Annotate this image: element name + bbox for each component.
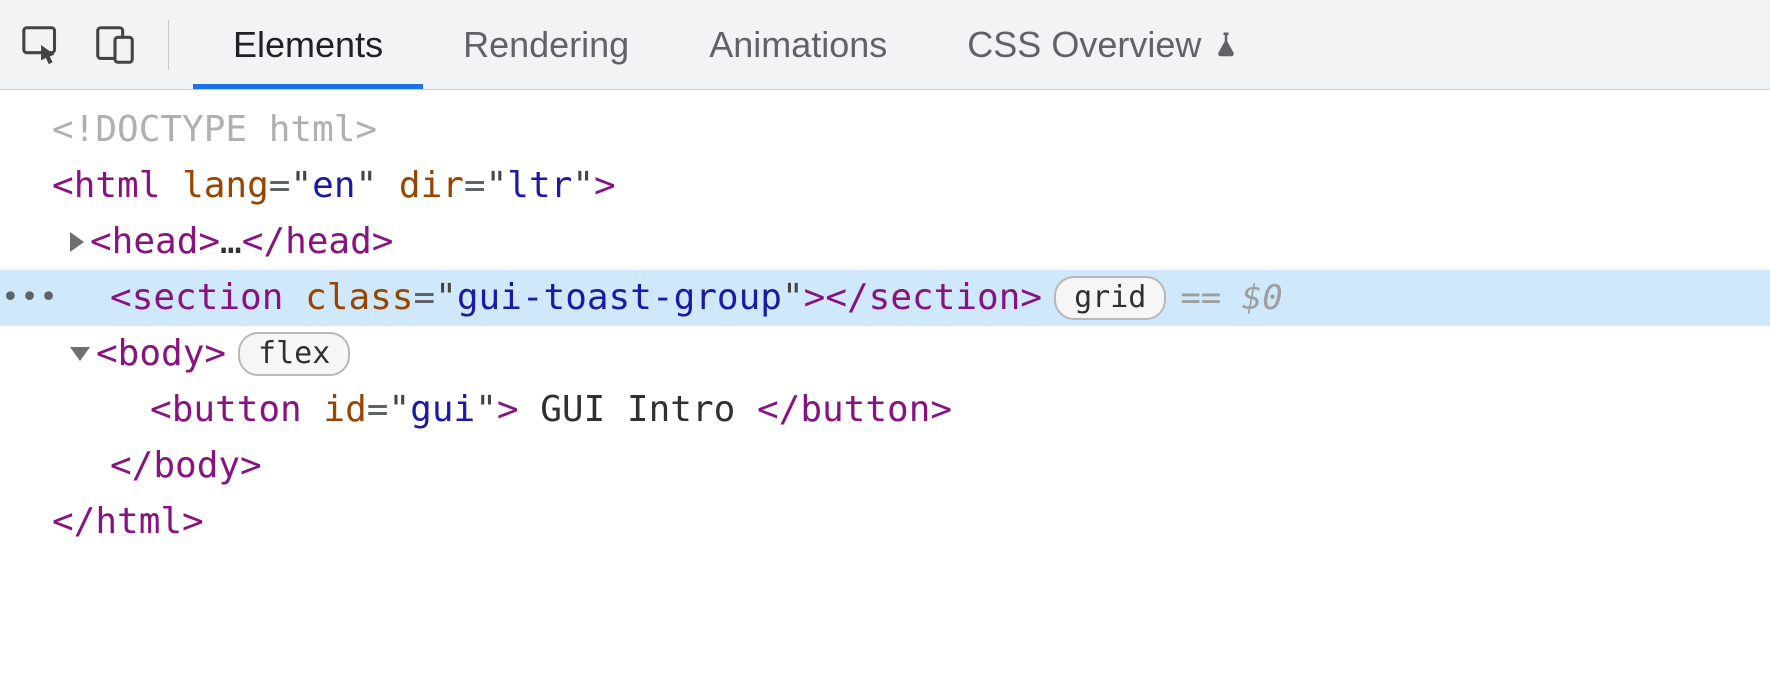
html-close: </html> [52,494,204,550]
attr-name: class [305,270,413,326]
tab-label: Animations [709,24,887,66]
button-close: </button> [757,382,952,438]
tag-name: section [132,270,284,326]
angle-close: > [594,158,616,214]
button-text: GUI Intro [519,382,757,438]
attr-value: gui-toast-group [457,270,782,326]
dom-node-html-close[interactable]: </html> [0,494,1770,550]
attr-value: ltr [507,158,572,214]
ellipsis: … [220,214,242,270]
attr-name: dir [399,158,464,214]
tab-css-overview[interactable]: CSS Overview [927,0,1281,89]
doctype-text: <!DOCTYPE html> [52,102,377,158]
tab-animations[interactable]: Animations [669,0,927,89]
tag-name: button [172,382,302,438]
dom-node-html-open[interactable]: <html lang="en" dir="ltr"> [0,158,1770,214]
attr-value: gui [410,382,475,438]
attr-name: lang [182,158,269,214]
dom-node-section-selected[interactable]: ••• <section class="gui-toast-group"></s… [0,270,1770,326]
tab-label: Elements [233,24,383,66]
toolbar-separator [168,20,169,70]
collapse-arrow-icon[interactable] [70,347,90,361]
layout-badge-grid[interactable]: grid [1054,276,1166,320]
section-close: </section> [825,270,1042,326]
more-actions-icon[interactable]: ••• [8,270,52,326]
body-open: <body> [96,326,226,382]
layout-badge-flex[interactable]: flex [238,332,350,376]
angle-open: < [52,158,74,214]
body-close: </body> [110,438,262,494]
head-close: </head> [242,214,394,270]
dom-node-button[interactable]: <button id="gui"> GUI Intro </button> [0,382,1770,438]
devtools-toolbar: Elements Rendering Animations CSS Overvi… [0,0,1770,90]
inspect-element-icon[interactable] [18,20,68,70]
expand-arrow-icon[interactable] [70,232,84,252]
flask-icon [1211,30,1241,60]
tab-label: Rendering [463,24,629,66]
attr-value: en [312,158,355,214]
attr-name: id [323,382,366,438]
tab-label: CSS Overview [967,24,1201,66]
devtools-tabs: Elements Rendering Animations CSS Overvi… [193,0,1281,89]
tag-name: html [74,158,161,214]
head-open: <head> [90,214,220,270]
tab-rendering[interactable]: Rendering [423,0,669,89]
dom-node-doctype[interactable]: <!DOCTYPE html> [0,102,1770,158]
console-reference: == $0 [1180,270,1282,326]
device-toggle-icon[interactable] [90,20,140,70]
elements-dom-tree[interactable]: <!DOCTYPE html> <html lang="en" dir="ltr… [0,90,1770,550]
dom-node-body-open[interactable]: <body> flex [0,326,1770,382]
tab-elements[interactable]: Elements [193,0,423,89]
dom-node-body-close[interactable]: </body> [0,438,1770,494]
dom-node-head[interactable]: <head>…</head> [0,214,1770,270]
